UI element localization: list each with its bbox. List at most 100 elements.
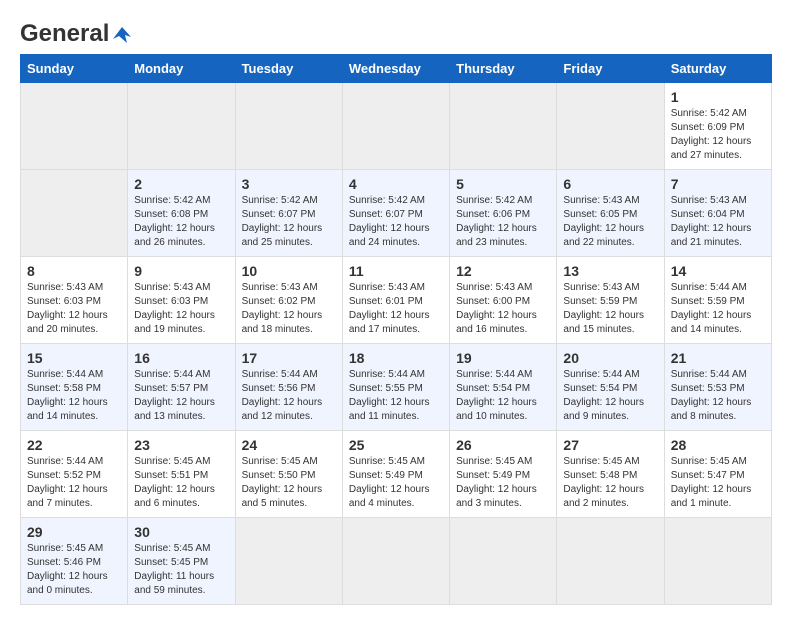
day-info: Sunrise: 5:45 AM Sunset: 5:48 PM Dayligh… — [563, 455, 657, 511]
day-info: Sunrise: 5:44 AM Sunset: 5:54 PM Dayligh… — [563, 368, 657, 424]
week-row-3: 8 Sunrise: 5:43 AM Sunset: 6:03 PM Daylig… — [21, 257, 772, 344]
day-number: 3 — [242, 176, 336, 192]
day-info: Sunrise: 5:42 AM Sunset: 6:08 PM Dayligh… — [134, 194, 228, 250]
day-number: 7 — [671, 176, 765, 192]
day-number: 11 — [349, 263, 443, 279]
day-info: Sunrise: 5:42 AM Sunset: 6:09 PM Dayligh… — [671, 107, 765, 163]
calendar-cell: 1 Sunrise: 5:42 AM Sunset: 6:09 PM Daylig… — [664, 83, 771, 170]
calendar-cell: 9 Sunrise: 5:43 AM Sunset: 6:03 PM Daylig… — [128, 257, 235, 344]
column-header-saturday: Saturday — [664, 55, 771, 83]
day-number: 20 — [563, 350, 657, 366]
calendar-cell — [21, 170, 128, 257]
calendar-cell — [235, 518, 342, 605]
calendar-cell: 2 Sunrise: 5:42 AM Sunset: 6:08 PM Daylig… — [128, 170, 235, 257]
day-info: Sunrise: 5:45 AM Sunset: 5:49 PM Dayligh… — [349, 455, 443, 511]
day-info: Sunrise: 5:45 AM Sunset: 5:45 PM Dayligh… — [134, 542, 228, 598]
day-number: 1 — [671, 89, 765, 105]
day-number: 4 — [349, 176, 443, 192]
day-number: 28 — [671, 437, 765, 453]
day-number: 27 — [563, 437, 657, 453]
day-info: Sunrise: 5:45 AM Sunset: 5:46 PM Dayligh… — [27, 542, 121, 598]
calendar-cell — [450, 518, 557, 605]
day-number: 13 — [563, 263, 657, 279]
column-header-wednesday: Wednesday — [342, 55, 449, 83]
calendar-cell: 29 Sunrise: 5:45 AM Sunset: 5:46 PM Dayli… — [21, 518, 128, 605]
calendar-cell: 13 Sunrise: 5:43 AM Sunset: 5:59 PM Dayli… — [557, 257, 664, 344]
calendar-cell — [235, 83, 342, 170]
day-info: Sunrise: 5:42 AM Sunset: 6:07 PM Dayligh… — [349, 194, 443, 250]
logo-general: General — [20, 20, 109, 48]
day-info: Sunrise: 5:44 AM Sunset: 5:52 PM Dayligh… — [27, 455, 121, 511]
week-row-2: 2 Sunrise: 5:42 AM Sunset: 6:08 PM Daylig… — [21, 170, 772, 257]
day-info: Sunrise: 5:43 AM Sunset: 5:59 PM Dayligh… — [563, 281, 657, 337]
day-number: 21 — [671, 350, 765, 366]
day-number: 12 — [456, 263, 550, 279]
day-info: Sunrise: 5:42 AM Sunset: 6:07 PM Dayligh… — [242, 194, 336, 250]
calendar-cell: 5 Sunrise: 5:42 AM Sunset: 6:06 PM Daylig… — [450, 170, 557, 257]
column-header-tuesday: Tuesday — [235, 55, 342, 83]
day-info: Sunrise: 5:43 AM Sunset: 6:01 PM Dayligh… — [349, 281, 443, 337]
calendar-cell: 24 Sunrise: 5:45 AM Sunset: 5:50 PM Dayli… — [235, 431, 342, 518]
week-row-5: 22Sunrise: 5:44 AM Sunset: 5:52 PM Dayli… — [21, 431, 772, 518]
column-header-monday: Monday — [128, 55, 235, 83]
day-number: 10 — [242, 263, 336, 279]
calendar-cell: 12 Sunrise: 5:43 AM Sunset: 6:00 PM Dayli… — [450, 257, 557, 344]
day-info: Sunrise: 5:43 AM Sunset: 6:00 PM Dayligh… — [456, 281, 550, 337]
day-info: Sunrise: 5:44 AM Sunset: 5:59 PM Dayligh… — [671, 281, 765, 337]
column-header-sunday: Sunday — [21, 55, 128, 83]
page-header: General — [20, 20, 772, 44]
day-info: Sunrise: 5:43 AM Sunset: 6:04 PM Dayligh… — [671, 194, 765, 250]
day-number: 5 — [456, 176, 550, 192]
calendar-cell: 22Sunrise: 5:44 AM Sunset: 5:52 PM Dayli… — [21, 431, 128, 518]
logo-bird-icon — [111, 23, 133, 45]
week-row-1: 1 Sunrise: 5:42 AM Sunset: 6:09 PM Daylig… — [21, 83, 772, 170]
calendar-cell — [342, 83, 449, 170]
day-info: Sunrise: 5:43 AM Sunset: 6:02 PM Dayligh… — [242, 281, 336, 337]
day-number: 30 — [134, 524, 228, 540]
calendar-cell: 6 Sunrise: 5:43 AM Sunset: 6:05 PM Daylig… — [557, 170, 664, 257]
calendar-cell: 10 Sunrise: 5:43 AM Sunset: 6:02 PM Dayli… — [235, 257, 342, 344]
calendar-cell: 30 Sunrise: 5:45 AM Sunset: 5:45 PM Dayli… — [128, 518, 235, 605]
calendar-cell — [342, 518, 449, 605]
calendar-table: SundayMondayTuesdayWednesdayThursdayFrid… — [20, 54, 772, 605]
logo: General — [20, 20, 133, 44]
day-info: Sunrise: 5:44 AM Sunset: 5:55 PM Dayligh… — [349, 368, 443, 424]
day-info: Sunrise: 5:42 AM Sunset: 6:06 PM Dayligh… — [456, 194, 550, 250]
column-header-friday: Friday — [557, 55, 664, 83]
day-info: Sunrise: 5:45 AM Sunset: 5:50 PM Dayligh… — [242, 455, 336, 511]
calendar-cell: 15Sunrise: 5:44 AM Sunset: 5:58 PM Dayli… — [21, 344, 128, 431]
day-number: 6 — [563, 176, 657, 192]
day-number: 16 — [134, 350, 228, 366]
calendar-cell: 14 Sunrise: 5:44 AM Sunset: 5:59 PM Dayli… — [664, 257, 771, 344]
calendar-cell: 21Sunrise: 5:44 AM Sunset: 5:53 PM Dayli… — [664, 344, 771, 431]
day-number: 26 — [456, 437, 550, 453]
day-info: Sunrise: 5:44 AM Sunset: 5:54 PM Dayligh… — [456, 368, 550, 424]
day-info: Sunrise: 5:43 AM Sunset: 6:03 PM Dayligh… — [27, 281, 121, 337]
day-number: 8 — [27, 263, 121, 279]
calendar-cell: 16Sunrise: 5:44 AM Sunset: 5:57 PM Dayli… — [128, 344, 235, 431]
day-number: 2 — [134, 176, 228, 192]
calendar-cell: 28Sunrise: 5:45 AM Sunset: 5:47 PM Dayli… — [664, 431, 771, 518]
calendar-cell: 18Sunrise: 5:44 AM Sunset: 5:55 PM Dayli… — [342, 344, 449, 431]
day-number: 29 — [27, 524, 121, 540]
calendar-header-row: SundayMondayTuesdayWednesdayThursdayFrid… — [21, 55, 772, 83]
day-info: Sunrise: 5:44 AM Sunset: 5:56 PM Dayligh… — [242, 368, 336, 424]
calendar-cell: 25 Sunrise: 5:45 AM Sunset: 5:49 PM Dayli… — [342, 431, 449, 518]
calendar-cell — [128, 83, 235, 170]
day-number: 23 — [134, 437, 228, 453]
calendar-cell: 11 Sunrise: 5:43 AM Sunset: 6:01 PM Dayli… — [342, 257, 449, 344]
calendar-cell — [557, 83, 664, 170]
calendar-cell: 27 Sunrise: 5:45 AM Sunset: 5:48 PM Dayli… — [557, 431, 664, 518]
calendar-cell: 17 Sunrise: 5:44 AM Sunset: 5:56 PM Dayli… — [235, 344, 342, 431]
day-number: 17 — [242, 350, 336, 366]
calendar-cell — [557, 518, 664, 605]
calendar-cell — [21, 83, 128, 170]
day-number: 14 — [671, 263, 765, 279]
day-number: 24 — [242, 437, 336, 453]
column-header-thursday: Thursday — [450, 55, 557, 83]
day-info: Sunrise: 5:43 AM Sunset: 6:05 PM Dayligh… — [563, 194, 657, 250]
day-number: 9 — [134, 263, 228, 279]
day-number: 25 — [349, 437, 443, 453]
day-info: Sunrise: 5:43 AM Sunset: 6:03 PM Dayligh… — [134, 281, 228, 337]
calendar-cell — [664, 518, 771, 605]
